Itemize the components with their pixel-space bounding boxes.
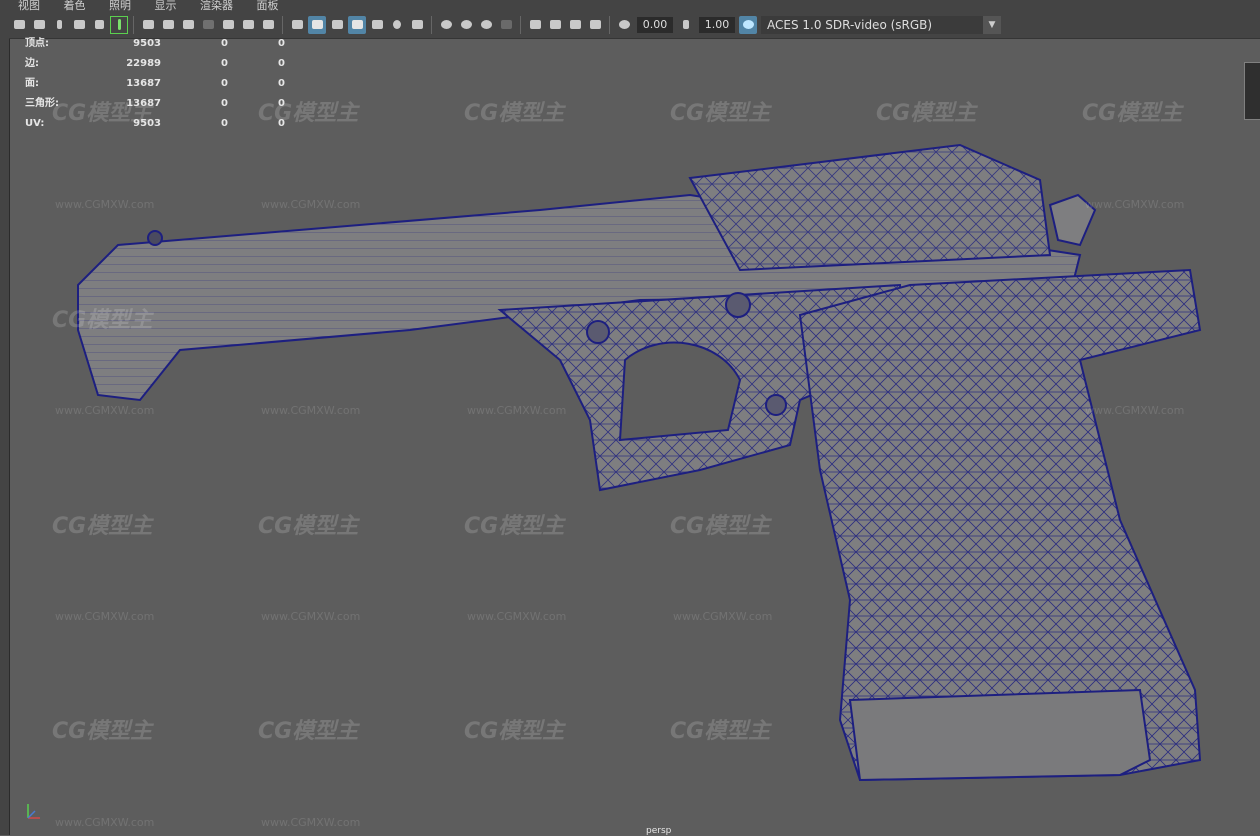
hud-value: 0 bbox=[221, 38, 228, 49]
watermark-url: www.CGMXW.com bbox=[261, 198, 361, 211]
watermark: CG模型主 bbox=[670, 514, 771, 539]
watermark-url: www.CGMXW.com bbox=[55, 198, 155, 211]
hud-value: 22989 bbox=[126, 58, 161, 69]
view-cube[interactable] bbox=[1244, 62, 1260, 120]
watermark: CG模型主 bbox=[258, 514, 359, 539]
hud-label: 面: bbox=[25, 78, 39, 89]
hud-row-edges: 边: 22989 0 0 bbox=[25, 54, 285, 74]
hud-row-vertices: 顶点: 9503 0 0 bbox=[25, 34, 285, 54]
watermark-url: www.CGMXW.com bbox=[55, 816, 155, 829]
watermark: CG模型主 bbox=[258, 719, 359, 744]
watermark-url: www.CGMXW.com bbox=[261, 404, 361, 417]
hud-value: 0 bbox=[278, 58, 285, 69]
watermark: CG模型主 bbox=[52, 308, 153, 333]
hud-value: 0 bbox=[221, 78, 228, 89]
watermark: CG模型主 bbox=[670, 101, 771, 126]
watermark-url: www.CGMXW.com bbox=[1085, 404, 1185, 417]
hud-value: 0 bbox=[278, 118, 285, 129]
hud-value: 0 bbox=[278, 98, 285, 109]
hud-value: 0 bbox=[221, 58, 228, 69]
hud-value: 9503 bbox=[133, 118, 161, 129]
axis-gizmo-icon bbox=[27, 804, 40, 819]
hud-value: 13687 bbox=[126, 98, 161, 109]
hud-value: 13687 bbox=[126, 78, 161, 89]
watermark: CG模型主 bbox=[670, 719, 771, 744]
watermark-url: www.CGMXW.com bbox=[261, 816, 361, 829]
watermark-url: www.CGMXW.com bbox=[55, 404, 155, 417]
hud-label: 顶点: bbox=[25, 38, 49, 49]
watermark-url: www.CGMXW.com bbox=[55, 610, 155, 623]
poly-count-hud: 顶点: 9503 0 0 边: 22989 0 0 面: 13687 0 0 三… bbox=[25, 34, 285, 134]
watermark-url: www.CGMXW.com bbox=[261, 610, 361, 623]
watermark: CG模型主 bbox=[1082, 101, 1183, 126]
hud-row-faces: 面: 13687 0 0 bbox=[25, 74, 285, 94]
watermark-url: www.CGMXW.com bbox=[1085, 198, 1185, 211]
watermark: CG模型主 bbox=[464, 101, 565, 126]
watermark: CG模型主 bbox=[464, 514, 565, 539]
watermark: CG模型主 bbox=[52, 719, 153, 744]
hud-value: 9503 bbox=[133, 38, 161, 49]
hud-value: 0 bbox=[278, 78, 285, 89]
hud-label: 三角形: bbox=[25, 98, 59, 109]
watermark-url: www.CGMXW.com bbox=[467, 404, 567, 417]
watermark: CG模型主 bbox=[464, 719, 565, 744]
hud-row-uvs: UV: 9503 0 0 bbox=[25, 114, 285, 134]
hud-row-triangles: 三角形: 13687 0 0 bbox=[25, 94, 285, 114]
watermark: CG模型主 bbox=[52, 514, 153, 539]
hud-label: 边: bbox=[25, 58, 39, 69]
hud-label: UV: bbox=[25, 118, 45, 129]
watermark: CG模型主 bbox=[876, 101, 977, 126]
hud-value: 0 bbox=[221, 98, 228, 109]
hud-value: 0 bbox=[221, 118, 228, 129]
watermark-url: www.CGMXW.com bbox=[673, 610, 773, 623]
watermark-url: www.CGMXW.com bbox=[467, 610, 567, 623]
hud-value: 0 bbox=[278, 38, 285, 49]
